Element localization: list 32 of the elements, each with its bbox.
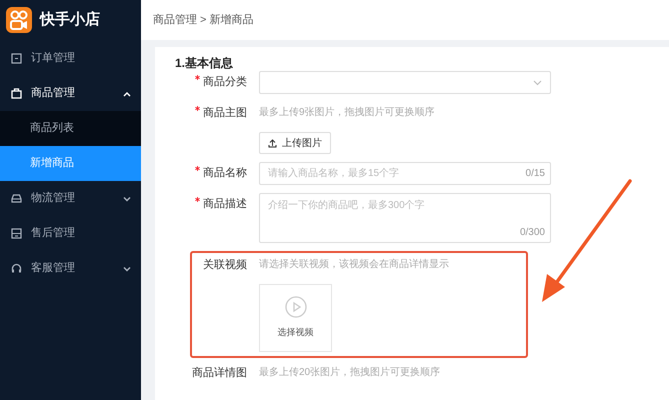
logo-icon: [6, 7, 32, 33]
hint-text: 请选择关联视频，该视频会在商品详情显示: [259, 258, 450, 272]
hint-text: 最多上传20张图片，拖拽图片可更换顺序: [259, 366, 442, 380]
char-counter: 0/15: [526, 167, 545, 181]
play-icon: [284, 296, 306, 318]
hint-text: 最多上传9张图片，拖拽图片可更换顺序: [259, 106, 436, 120]
category-select[interactable]: [259, 71, 551, 94]
sidebar-item[interactable]: 商品管理: [0, 76, 141, 111]
sidebar-item[interactable]: 订单管理: [0, 41, 141, 76]
sidebar-item[interactable]: 物流管理: [0, 181, 141, 216]
menu-icon: [10, 262, 23, 275]
menu-icon: [10, 227, 23, 240]
char-counter: 0/300: [520, 226, 545, 240]
menu-icon: [10, 87, 23, 100]
field-label: 关联视频: [202, 258, 247, 273]
menu-icon: [10, 52, 23, 65]
field-label: 商品详情图: [191, 366, 247, 381]
sidebar-item[interactable]: 客服管理: [0, 251, 141, 286]
field-label: 商品描述: [203, 198, 247, 210]
section-title: 1.基本信息: [175, 55, 234, 71]
field-label: 商品名称: [203, 167, 247, 179]
sidebar-item[interactable]: 售后管理: [0, 216, 141, 251]
menu-icon: [10, 192, 23, 205]
app-title: 快手小店: [40, 10, 100, 30]
field-label: 商品主图: [203, 107, 247, 119]
upload-image-button[interactable]: 上传图片: [259, 132, 331, 154]
select-video-button[interactable]: 选择视频: [259, 284, 332, 352]
sidebar-subitem[interactable]: 商品列表: [0, 111, 141, 146]
field-label: 商品分类: [203, 76, 247, 88]
chevron-down-icon: [533, 80, 542, 86]
breadcrumb: 商品管理 > 新增商品: [153, 12, 254, 28]
upload-icon: [268, 138, 277, 148]
